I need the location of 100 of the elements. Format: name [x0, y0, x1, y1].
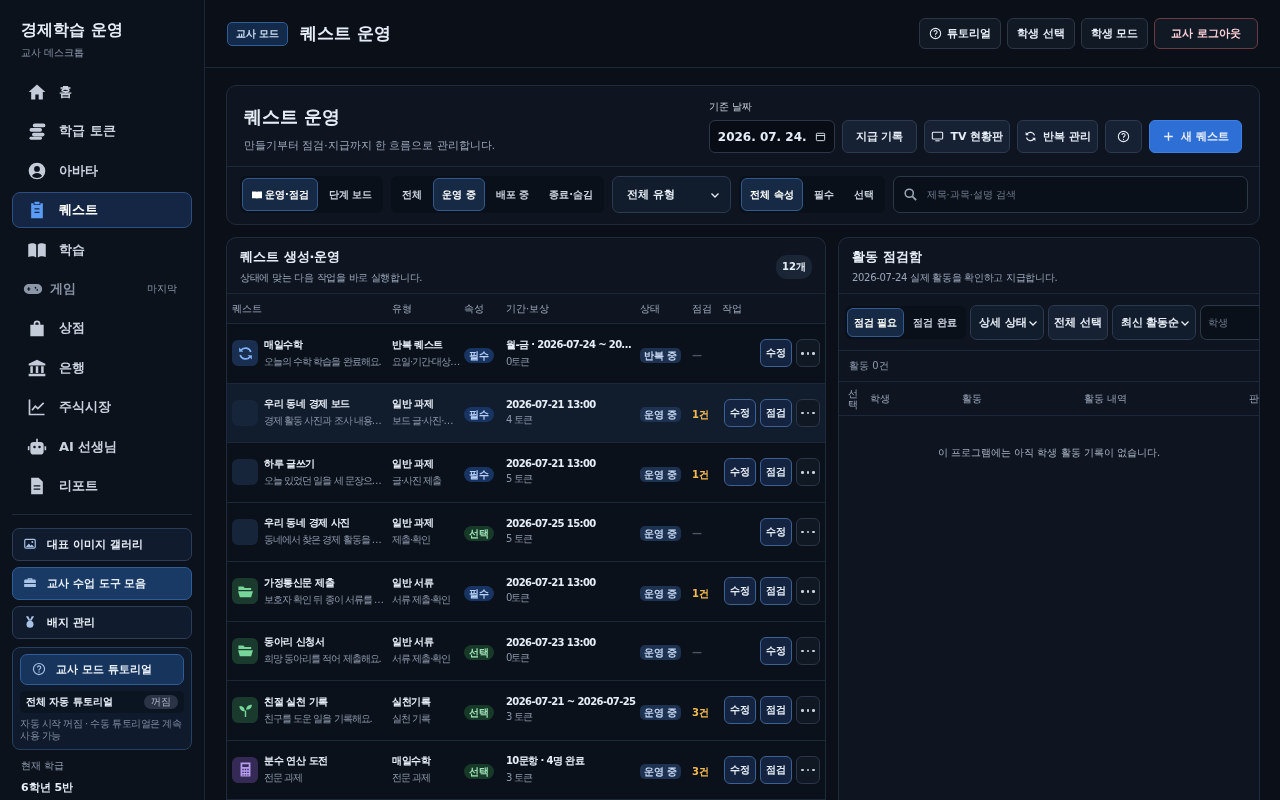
more-button[interactable] — [796, 398, 820, 427]
header-button[interactable]: 튜토리얼 — [919, 18, 1002, 49]
column-header: 유형 — [392, 301, 413, 316]
action-button[interactable]: 점검 — [760, 458, 792, 487]
action-button[interactable]: 수정 — [724, 458, 756, 487]
toolbar-button[interactable]: 반복 관리 — [1017, 120, 1099, 153]
action-button[interactable]: 점검 — [760, 755, 792, 784]
quest-row[interactable]: 친절 실천 기록 친구를 도운 일을 기록해요. 실천기록 실천 기록 선택 2026-07-21 ~ 2026-07-25 3 토큰 운영 중 3건 수정 점검 — [227, 681, 825, 741]
status-tab[interactable]: 배포 중 — [486, 178, 539, 211]
date-field[interactable]: 2026. 07. 24. — [708, 120, 835, 153]
nav-item[interactable]: 주식시장 — [12, 389, 192, 426]
quest-row[interactable]: 하루 글쓰기 오늘 있었던 일을 세 문장으… 일반 과제 글·사진 제출 필수 2026-07-21 13:00 5 토큰 운영 중 1건 수정 점검 — [227, 443, 825, 503]
action-button[interactable]: 수정 — [760, 339, 792, 368]
quest-type-detail: 서류 제출·확인 — [392, 592, 452, 607]
quest-type-detail: 요일·기간·대상… — [392, 354, 461, 369]
status-badge: 운영 중 — [640, 645, 682, 661]
action-button[interactable]: 수정 — [724, 755, 756, 784]
mode-badge: 교사 모드 — [227, 21, 289, 46]
more-button[interactable] — [796, 696, 820, 725]
review-tab[interactable]: 점검 필요 — [847, 308, 905, 337]
status-badge: 운영 중 — [640, 407, 682, 423]
count-badge: 12개 — [776, 254, 812, 279]
quest-reward: 3 토큰 — [506, 771, 533, 786]
toggle-badge[interactable]: 꺼짐 — [144, 694, 178, 709]
quest-description: 전문 과제 — [264, 771, 304, 786]
nav-item[interactable]: AI 선생님 — [12, 428, 192, 465]
quest-title: 친절 실천 기록 — [264, 694, 329, 709]
more-button[interactable] — [796, 755, 820, 784]
status-badge: 운영 중 — [640, 526, 682, 542]
more-button[interactable] — [796, 517, 820, 546]
type-select[interactable]: 전체 유형 — [612, 176, 732, 213]
quest-type: 일반 과제 — [392, 397, 435, 412]
review-tab[interactable]: 점검 완료 — [906, 308, 964, 337]
action-button[interactable]: 점검 — [760, 577, 792, 606]
nav-item[interactable]: 학급 토큰 — [12, 113, 192, 150]
student-field[interactable]: 학생 — [1199, 305, 1259, 340]
calendar-icon — [814, 131, 826, 142]
action-button[interactable]: 수정 — [724, 398, 756, 427]
nav-item[interactable]: 홈 — [12, 74, 192, 110]
quest-row[interactable]: 동아리 신청서 희망 동아리를 적어 제출해요. 일반 서류 서류 제출·확인 선택 2026-07-23 13:00 0토큰 운영 중 — 수정 — [227, 621, 825, 681]
quest-title: 가정통신문 제출 — [264, 575, 336, 590]
tutorial-button[interactable]: 교사 모드 튜토리얼 — [20, 653, 184, 685]
quest-row[interactable]: 우리 동네 경제 보드 경제 활동 사진과 조사 내용… 일반 과제 보드 글·사진·… 필수 2026-07-21 13:00 4 토큰 운영 중 1건 수정 점검 — [227, 383, 825, 443]
toolbar-button[interactable]: TV 현황판 — [924, 120, 1011, 153]
quest-title: 하루 글쓰기 — [264, 456, 317, 471]
status-badge: 운영 중 — [640, 704, 682, 720]
quest-type-detail: 서류 제출·확인 — [392, 652, 452, 667]
attribute-badge: 선택 — [464, 764, 494, 780]
nav-item[interactable]: 아바타 — [12, 152, 192, 189]
status-tab[interactable]: 종료·숨김 — [540, 178, 603, 211]
view-tab[interactable]: 운영·점검 — [242, 178, 318, 211]
quest-type: 일반 과제 — [392, 456, 435, 471]
status-tab[interactable]: 전체 — [393, 178, 432, 211]
column-header: 작업 — [722, 301, 743, 316]
quest-reward: 0토큰 — [506, 354, 531, 369]
more-button[interactable] — [796, 339, 820, 368]
panel-title: 활동 점검함 — [852, 248, 923, 266]
action-button[interactable]: 수정 — [760, 636, 792, 665]
nav-item[interactable]: 은행 — [12, 349, 192, 386]
panel-subtitle: 2026-07-24 실제 활동을 확인하고 지급합니다. — [852, 271, 1058, 285]
nav-item[interactable]: 학습 — [12, 231, 192, 268]
action-button[interactable]: 점검 — [760, 696, 792, 725]
nav-item[interactable]: 상점 — [12, 310, 192, 347]
check-count: 1건 — [692, 468, 709, 480]
more-button[interactable] — [796, 458, 820, 487]
tutorial-note: 자동 시작 꺼짐 · 수동 튜토리얼은 계속 사용 가능 — [20, 717, 183, 743]
action-button[interactable]: 점검 — [760, 398, 792, 427]
nav-item[interactable]: 퀘스트 — [12, 192, 192, 229]
action-button[interactable]: 수정 — [760, 517, 792, 546]
sidebar-button[interactable]: 교사 수업 도구 모음 — [12, 566, 192, 600]
header-button[interactable]: 교사 로그아웃 — [1154, 18, 1258, 49]
action-button[interactable]: 수정 — [724, 696, 756, 725]
attribute-tab[interactable]: 선택 — [844, 178, 883, 211]
quest-row[interactable]: 우리 동네 경제 사진 동네에서 찾은 경제 활동을 … 일반 과제 제출·확인 선택 2026-07-25 15:00 5 토큰 운영 중 — 수정 — [227, 502, 825, 562]
toolbar-button[interactable]: 새 퀘스트 — [1149, 120, 1242, 153]
status-tab[interactable]: 운영 중 — [433, 178, 485, 211]
header-button[interactable]: 학생 모드 — [1080, 18, 1149, 49]
quest-period: 2026-07-23 13:00 — [506, 636, 597, 648]
monitor-icon — [931, 130, 945, 143]
status-select[interactable]: 상세 상태 — [969, 305, 1044, 340]
action-button[interactable]: 수정 — [724, 577, 756, 606]
quest-row[interactable]: 가정통신문 제출 보호자 확인 뒤 종이 서류를 … 일반 서류 서류 제출·확인 필수 2026-07-21 13:00 0토큰 운영 중 1건 수정 점검 — [227, 562, 825, 622]
sidebar-button[interactable]: 대표 이미지 갤러리 — [12, 527, 192, 561]
view-tab[interactable]: 단계 보드 — [319, 178, 382, 211]
sidebar-button[interactable]: 배지 관리 — [12, 605, 192, 639]
attribute-tab[interactable]: 필수 — [804, 178, 843, 211]
toolbar-button[interactable]: 지급 기록 — [841, 120, 918, 153]
more-button[interactable] — [796, 577, 820, 606]
help-button[interactable] — [1105, 120, 1143, 153]
nav-item[interactable]: 리포트 — [12, 467, 192, 504]
search-field[interactable]: 제목·과목·설명 검색 — [892, 176, 1248, 213]
status-badge: 운영 중 — [640, 585, 682, 601]
header-button[interactable]: 학생 선택 — [1007, 18, 1075, 49]
more-button[interactable] — [796, 636, 820, 665]
quest-row[interactable]: 매일수학 오늘의 수학 학습을 완료해요. 반복 퀘스트 요일·기간·대상… 필수 월-금 · 2026-07-24 ~ 20… 0토큰 반복 중 — 수정 — [227, 324, 825, 384]
attribute-badge: 필수 — [464, 407, 494, 423]
attribute-tab[interactable]: 전체 속성 — [741, 178, 803, 211]
quest-row[interactable]: 분수 연산 도전 전문 과제 매일수학 전문 과제 선택 10문항 · 4명 완료 3 토큰 운영 중 3건 수정 점검 — [227, 740, 825, 800]
sort-select[interactable]: 최신 활동순 — [1111, 305, 1196, 340]
select-all-button[interactable]: 전체 선택 — [1047, 305, 1108, 340]
